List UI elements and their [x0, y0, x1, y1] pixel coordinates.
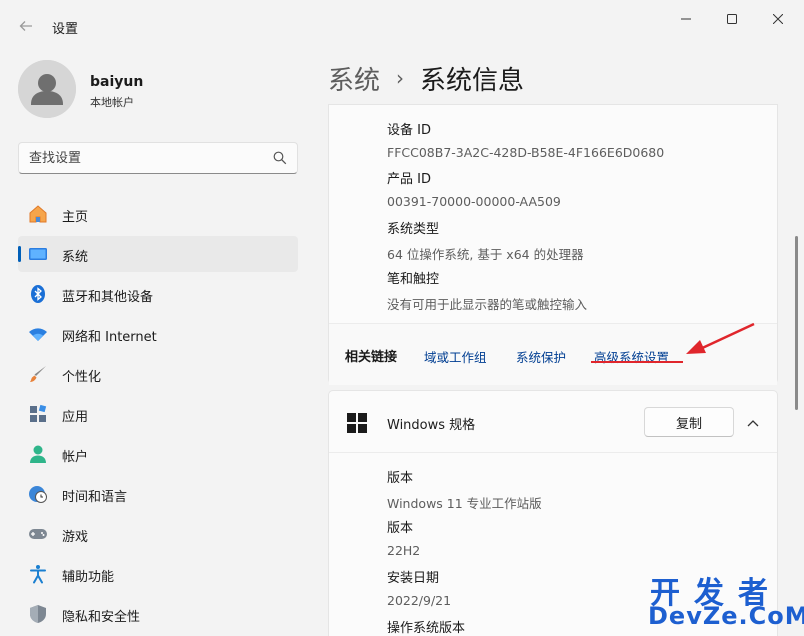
advanced-system-settings-link[interactable]: 高级系统设置: [594, 347, 669, 366]
related-links-label: 相关链接: [345, 350, 398, 365]
maximize-button[interactable]: [712, 6, 752, 32]
wifi-icon: [28, 324, 48, 344]
watermark: 开发者 DevZe.CoM: [646, 568, 804, 636]
app-title: 设置: [52, 22, 79, 37]
close-icon: [773, 14, 783, 24]
back-button[interactable]: [14, 14, 38, 38]
scrollbar-thumb[interactable]: [795, 236, 798, 410]
page-title: 系统信息: [420, 65, 525, 96]
install-date-label: 安装日期: [387, 571, 440, 586]
chevron-up-icon: [747, 420, 759, 427]
minimize-button[interactable]: [666, 6, 706, 32]
sidebar-item-gaming[interactable]: 游戏: [18, 516, 298, 552]
windows-spec-header[interactable]: Windows 规格 复制: [329, 391, 777, 453]
account-type: 本地帐户: [90, 96, 134, 109]
collapse-button[interactable]: [741, 411, 765, 435]
version-value: 22H2: [387, 543, 421, 558]
sidebar-item-accounts[interactable]: 帐户: [18, 436, 298, 472]
system-icon: [28, 244, 48, 264]
product-id-value: 00391-70000-00000-AA509: [387, 194, 561, 209]
sidebar-item-label: 系统: [62, 250, 89, 265]
minimize-icon: [681, 18, 691, 20]
home-icon: [28, 204, 48, 224]
watermark-en: DevZe.CoM: [648, 602, 804, 630]
pen-touch-label: 笔和触控: [387, 272, 440, 287]
device-id-label: 设备 ID: [387, 123, 431, 138]
sidebar-item-label: 隐私和安全性: [62, 610, 141, 625]
windows-spec-title: Windows 规格: [387, 418, 476, 433]
apps-icon: [28, 404, 48, 424]
sidebar-item-label: 主页: [62, 210, 89, 225]
sidebar-item-label: 应用: [62, 410, 89, 425]
system-protection-link[interactable]: 系统保护: [516, 347, 566, 366]
sidebar-item-apps[interactable]: 应用: [18, 396, 298, 432]
sidebar-item-privacy[interactable]: 隐私和安全性: [18, 596, 298, 632]
search-input[interactable]: [29, 143, 269, 173]
breadcrumb-parent[interactable]: 系统: [328, 60, 380, 97]
sidebar-item-bluetooth[interactable]: 蓝牙和其他设备: [18, 276, 298, 312]
brush-icon: [28, 364, 48, 384]
os-build-label: 操作系统版本: [387, 621, 466, 636]
domain-workgroup-link[interactable]: 域或工作组: [424, 347, 487, 366]
bluetooth-icon: [28, 284, 48, 304]
version-label: 版本: [387, 521, 414, 536]
breadcrumb-separator: ›: [396, 66, 405, 90]
sidebar-nav: 主页 系统 蓝牙和其他设备 网络和 Internet 个性化 应用 帐户 时间和…: [18, 196, 298, 636]
title-bar: 设置: [0, 0, 804, 50]
install-date-value: 2022/9/21: [387, 593, 452, 608]
product-id-label: 产品 ID: [387, 172, 431, 187]
sidebar-item-label: 游戏: [62, 530, 89, 545]
breadcrumb: 系统 › 系统信息: [328, 58, 524, 98]
sidebar-item-system[interactable]: 系统: [18, 236, 298, 272]
maximize-icon: [727, 14, 737, 24]
sidebar-item-time-language[interactable]: 时间和语言: [18, 476, 298, 512]
accessibility-icon: [28, 564, 48, 584]
system-type-label: 系统类型: [387, 222, 440, 237]
sidebar-item-label: 辅助功能: [62, 570, 115, 585]
settings-window: 设置 baiyun 本地帐户 主: [0, 0, 804, 636]
gamepad-icon: [28, 524, 48, 544]
annotation-arrow-icon: [686, 322, 755, 354]
sidebar-item-network[interactable]: 网络和 Internet: [18, 316, 298, 352]
user-profile[interactable]: baiyun 本地帐户: [18, 60, 298, 120]
sidebar-item-label: 帐户: [62, 450, 89, 465]
search-box[interactable]: [18, 142, 298, 174]
avatar: [18, 60, 76, 118]
arrow-left-icon: [19, 21, 32, 31]
close-button[interactable]: [758, 6, 798, 32]
sidebar-item-accessibility[interactable]: 辅助功能: [18, 556, 298, 592]
copy-button[interactable]: 复制: [644, 407, 734, 437]
account-icon: [28, 444, 48, 464]
pen-touch-value: 没有可用于此显示器的笔或触控输入: [387, 297, 588, 312]
edition-label: 版本: [387, 471, 414, 486]
user-name: baiyun: [90, 74, 144, 90]
sidebar-item-label: 时间和语言: [62, 490, 128, 505]
sidebar-item-label: 网络和 Internet: [62, 330, 157, 345]
system-type-value: 64 位操作系统, 基于 x64 的处理器: [387, 247, 584, 262]
user-avatar-icon: [18, 60, 76, 118]
shield-icon: [28, 604, 48, 624]
search-icon[interactable]: [273, 151, 287, 165]
sidebar-item-personalization[interactable]: 个性化: [18, 356, 298, 392]
sidebar-item-home[interactable]: 主页: [18, 196, 298, 232]
sidebar-item-label: 个性化: [62, 370, 102, 385]
globe-clock-icon: [28, 484, 48, 504]
edition-value: Windows 11 专业工作站版: [387, 496, 542, 511]
highlight-underline: [591, 361, 683, 363]
windows-logo-icon: [347, 413, 367, 433]
sidebar-item-label: 蓝牙和其他设备: [62, 290, 154, 305]
device-id-value: FFCC08B7-3A2C-428D-B58E-4F166E6D0680: [387, 145, 665, 160]
